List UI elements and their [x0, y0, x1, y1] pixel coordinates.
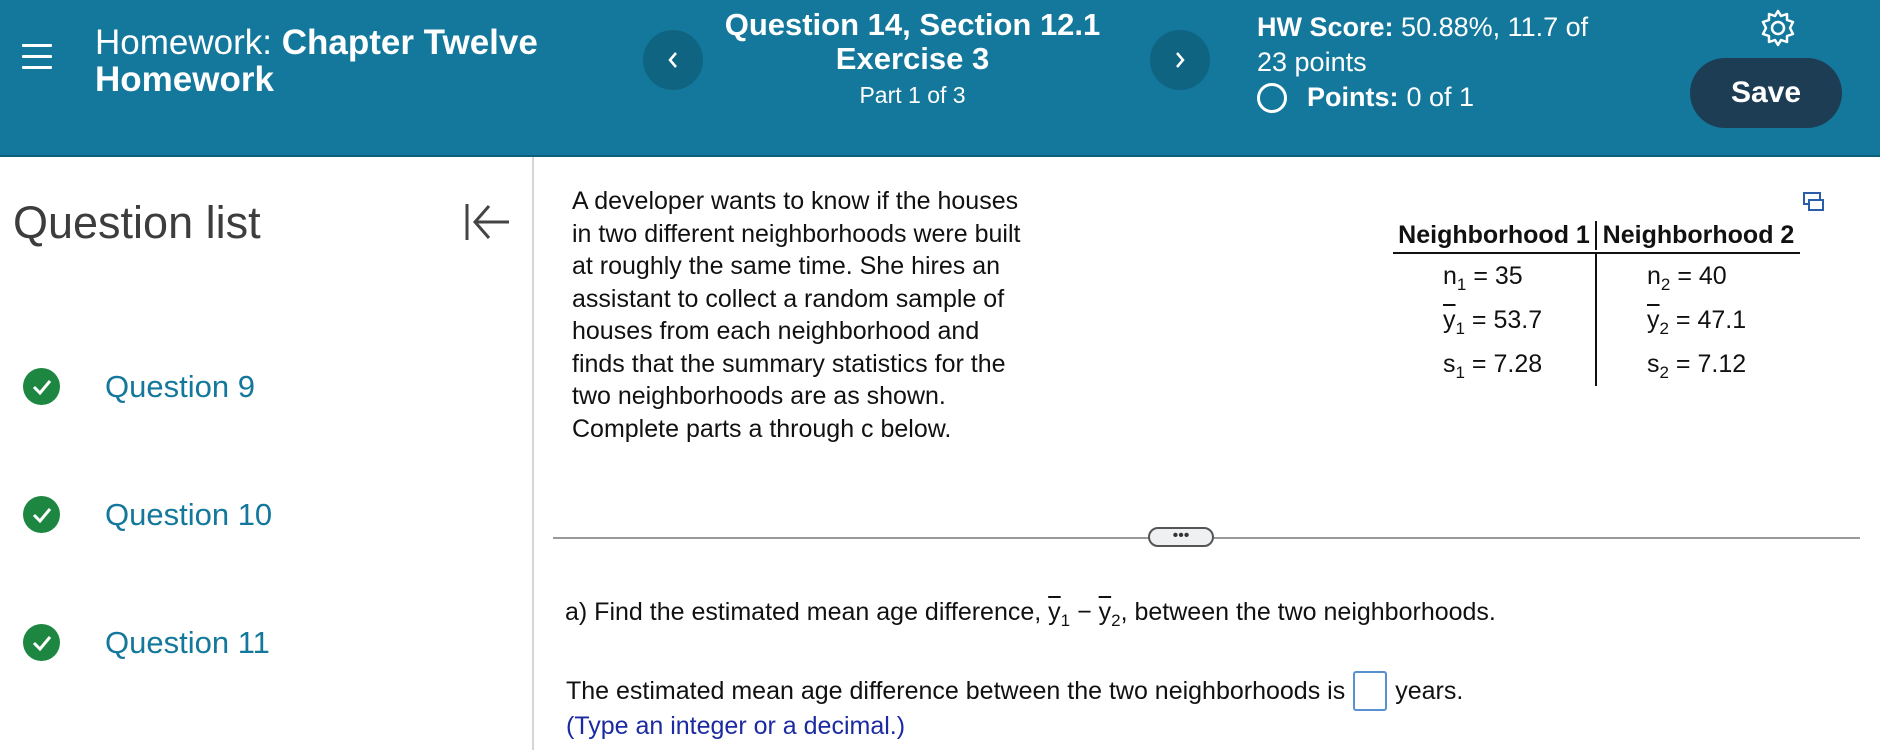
s1-cell: s1 = 7.28: [1443, 350, 1543, 382]
answer-hint: (Type an integer or a decimal.): [566, 712, 906, 740]
y2-value: = 47.1: [1675, 306, 1747, 334]
question-list-item-label: Question 11: [105, 624, 270, 660]
points-status: Points: 0 of 1: [1257, 82, 1474, 113]
homework-name-line2: Homework: [95, 60, 274, 99]
question-title-line1: Question 14, Section 12.1: [724, 7, 1101, 42]
popout-icon[interactable]: [1803, 192, 1825, 212]
question-list-item-label: Question 9: [105, 368, 255, 404]
neighborhood-1-stats: n1 = 35 y1 = 53.7 s1 = 7.28: [1393, 254, 1595, 386]
hw-score-value-line2: 23 points: [1257, 47, 1367, 77]
answer-line: The estimated mean age difference betwee…: [566, 671, 1463, 711]
points-value: 0 of 1: [1406, 82, 1475, 112]
question-list-item[interactable]: Question 10: [23, 496, 272, 533]
question-list-item[interactable]: Question 9: [23, 368, 255, 405]
neighborhood-2-stats: n2 = 40 y2 = 47.1 s2 = 7.12: [1595, 254, 1800, 386]
problem-statement: A developer wants to know if the houses …: [572, 187, 1021, 443]
question-list-item[interactable]: Question 11: [23, 624, 270, 661]
stats-table-body: n1 = 35 y1 = 53.7 s1 = 7.28 n2 = 40 y2 =…: [1393, 254, 1800, 386]
question-title-line2: Exercise 3: [835, 41, 990, 76]
question-title: Question 14, Section 12.1 Exercise 3: [700, 8, 1125, 76]
n1-value: = 35: [1473, 262, 1523, 290]
y1-cell: y1 = 53.7: [1443, 306, 1543, 338]
top-header: Homework: Chapter Twelve Homework Questi…: [0, 0, 1880, 157]
checkmark-icon: [23, 496, 60, 533]
n2-value: = 40: [1677, 262, 1727, 290]
part-a-suffix: , between the two neighborhoods.: [1120, 598, 1496, 626]
y1-value: = 53.7: [1471, 306, 1543, 334]
incomplete-circle-icon: [1257, 82, 1287, 113]
answer-input[interactable]: [1353, 671, 1388, 711]
homework-title: Homework: Chapter Twelve Homework: [95, 24, 575, 98]
save-button[interactable]: Save: [1690, 58, 1842, 128]
collapse-sidebar-icon[interactable]: [463, 200, 513, 244]
s2-value: = 7.12: [1675, 350, 1747, 378]
y2-cell: y2 = 47.1: [1647, 306, 1747, 338]
part-a-prefix: a) Find the estimated mean age differenc…: [565, 598, 1042, 626]
question-list-sidebar: Question list Question 9 Question 10 Que…: [0, 157, 534, 750]
neighborhood-2-header: Neighborhood 2: [1595, 220, 1800, 250]
question-list-title: Question list: [13, 197, 261, 248]
hw-score: HW Score: 50.88%, 11.7 of 23 points: [1257, 10, 1637, 80]
chevron-right-icon: [1176, 52, 1185, 68]
next-question-button[interactable]: [1150, 30, 1210, 90]
gear-icon[interactable]: [1758, 8, 1798, 48]
more-options-button[interactable]: •••: [1148, 527, 1214, 547]
answer-suffix: years.: [1395, 676, 1464, 705]
chevron-left-icon: [668, 52, 677, 68]
checkmark-icon: [23, 368, 60, 405]
neighborhood-1-header: Neighborhood 1: [1398, 220, 1590, 249]
stats-table-header: Neighborhood 1 Neighborhood 2: [1393, 218, 1800, 254]
question-list-item-label: Question 10: [105, 496, 273, 532]
points-label: Points:: [1307, 82, 1399, 112]
n1-cell: n1 = 35: [1443, 262, 1523, 294]
s1-value: = 7.28: [1471, 350, 1543, 378]
question-part: Part 1 of 3: [859, 82, 966, 108]
checkmark-icon: [23, 624, 60, 661]
hw-score-label: HW Score:: [1257, 12, 1394, 42]
previous-question-button[interactable]: [643, 30, 703, 90]
n2-cell: n2 = 40: [1647, 262, 1727, 294]
hw-score-value: 50.88%, 11.7 of: [1401, 12, 1589, 42]
summary-stats-table: Neighborhood 1 Neighborhood 2 n1 = 35 y1…: [1393, 218, 1800, 386]
homework-name-line1: Chapter Twelve: [281, 23, 538, 62]
part-a-question: a) Find the estimated mean age differenc…: [565, 598, 1496, 630]
s2-cell: s2 = 7.12: [1647, 350, 1747, 382]
homework-label: Homework:: [95, 23, 272, 62]
answer-prefix: The estimated mean age difference betwee…: [566, 676, 1346, 705]
menu-icon[interactable]: [22, 44, 52, 72]
